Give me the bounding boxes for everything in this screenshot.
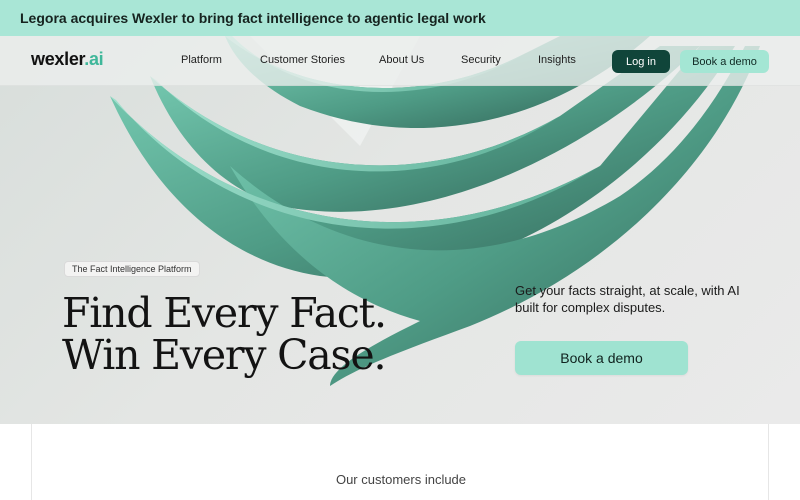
nav-book-demo-button[interactable]: Book a demo <box>680 50 769 73</box>
nav-link-about-us[interactable]: About Us <box>379 54 424 66</box>
nav-link-customer-stories[interactable]: Customer Stories <box>260 54 345 66</box>
customers-section: Our customers include <box>31 424 769 500</box>
top-navigation: wexler.ai Platform Customer Stories Abou… <box>0 36 800 86</box>
hero-tag: The Fact Intelligence Platform <box>64 261 200 277</box>
nav-link-insights[interactable]: Insights <box>538 54 576 66</box>
logo-wordmark: wexler <box>31 49 85 69</box>
announcement-text[interactable]: Legora acquires Wexler to bring fact int… <box>20 10 486 26</box>
announcement-bar[interactable]: Legora acquires Wexler to bring fact int… <box>0 0 800 36</box>
nav-link-security[interactable]: Security <box>461 54 501 66</box>
headline-line-2: Win Every Case. <box>62 331 386 379</box>
login-button[interactable]: Log in <box>612 50 670 73</box>
customers-title: Our customers include <box>335 472 467 487</box>
wexler-logo[interactable]: wexler.ai <box>31 49 104 70</box>
nav-link-platform[interactable]: Platform <box>181 54 222 66</box>
hero-subtext: Get your facts straight, at scale, with … <box>515 283 740 315</box>
headline-line-1: Find Every Fact. <box>62 289 387 337</box>
logo-suffix: .ai <box>84 49 104 69</box>
hero-headline: Find Every Fact. Win Every Case. <box>62 289 387 379</box>
hero-book-demo-button[interactable]: Book a demo <box>515 341 688 375</box>
